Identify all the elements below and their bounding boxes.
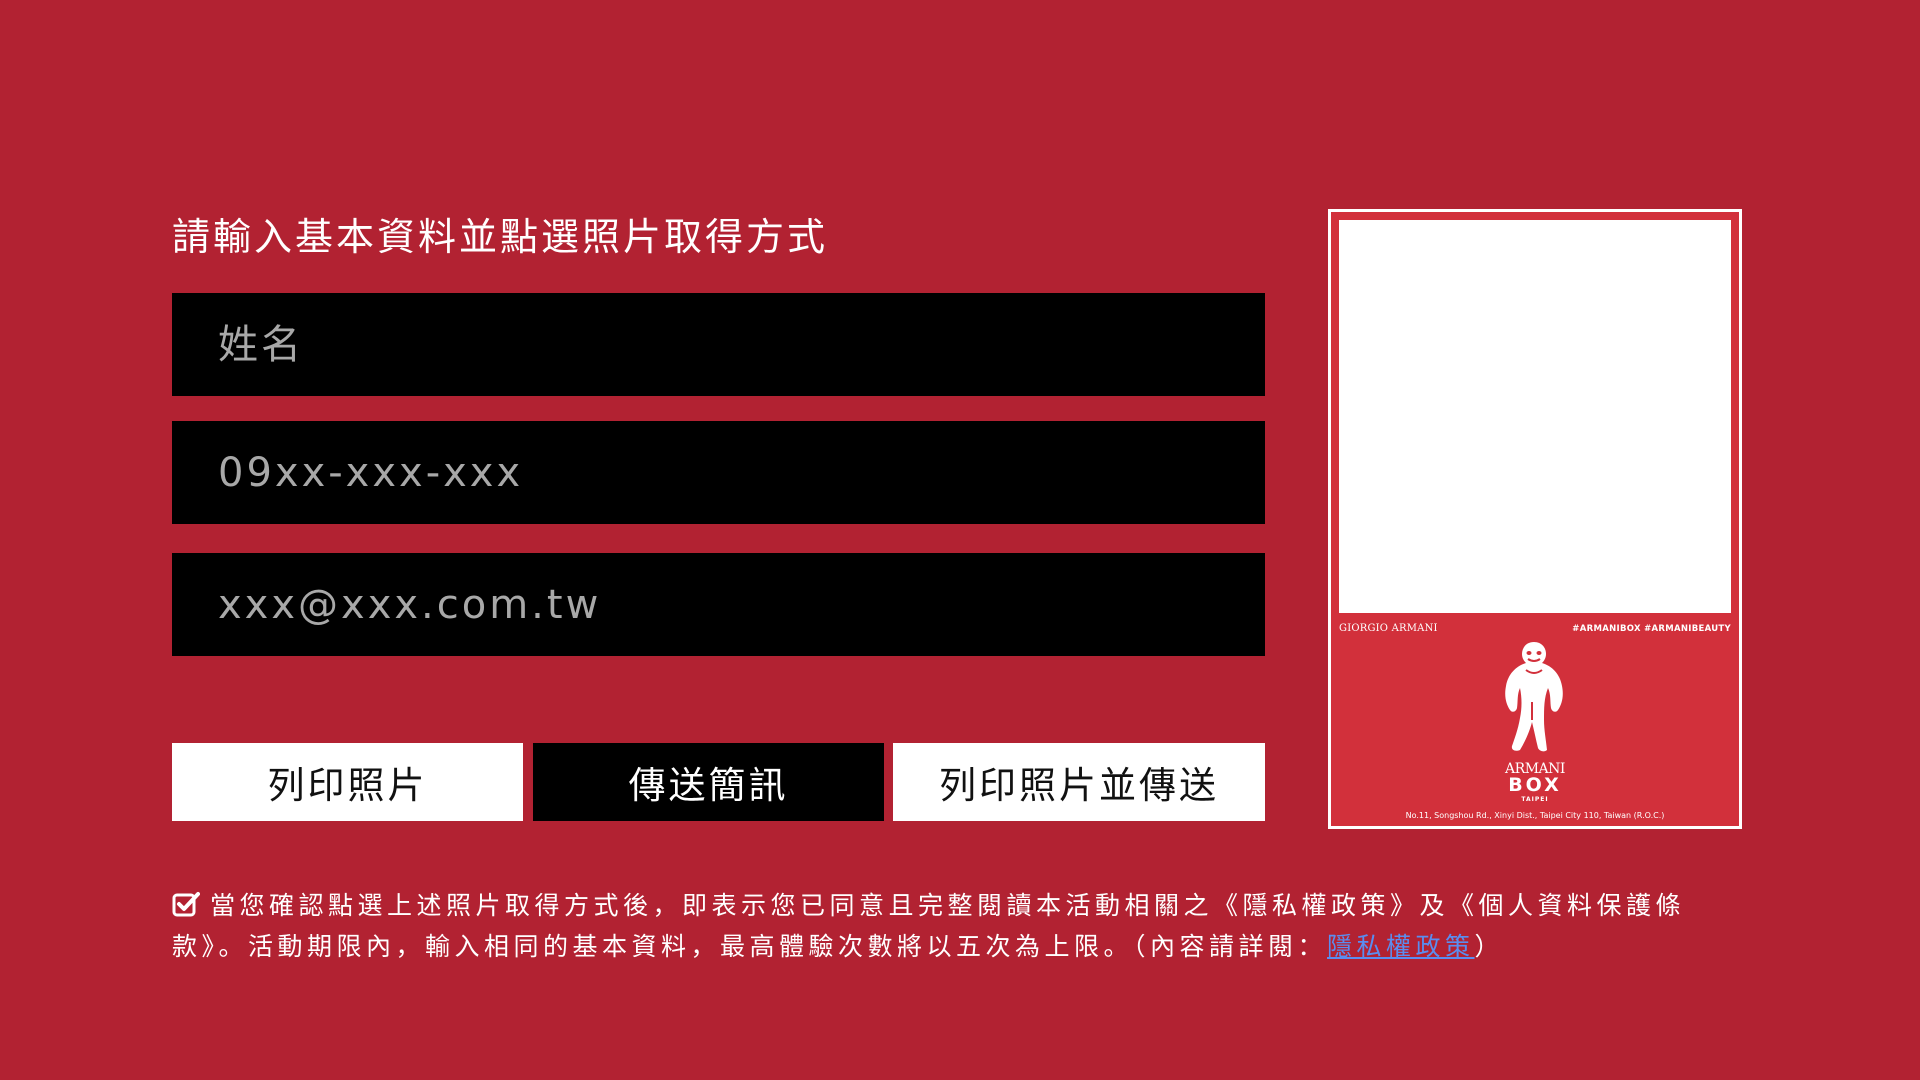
card-logo-box-text: BOX <box>1508 774 1562 796</box>
print-and-send-button[interactable]: 列印照片並傳送 <box>893 743 1265 821</box>
name-input[interactable] <box>172 293 1265 396</box>
phone-input[interactable] <box>172 421 1265 524</box>
email-input[interactable] <box>172 553 1265 656</box>
send-sms-button[interactable]: 傳送簡訊 <box>533 743 884 821</box>
card-brand-label: GIORGIO ARMANI <box>1339 623 1438 634</box>
gorilla-icon <box>1505 642 1563 752</box>
privacy-policy-link[interactable]: 隱私權政策 <box>1327 932 1475 961</box>
photo-preview-card: GIORGIO ARMANI #ARMANIBOX #ARMANIBEAUTY … <box>1328 209 1742 829</box>
form-title: 請輸入基本資料並點選照片取得方式 <box>172 215 829 259</box>
print-photo-button[interactable]: 列印照片 <box>172 743 523 821</box>
consent-closing: ） <box>1474 932 1505 961</box>
card-logo-city: TAIPEI <box>1521 796 1549 803</box>
photo-booth-form-page: 請輸入基本資料並點選照片取得方式 列印照片 傳送簡訊 列印照片並傳送 當您確認點… <box>0 0 1920 1080</box>
card-address: No.11, Songshou Rd., Xinyi Dist., Taipei… <box>1405 811 1665 820</box>
consent-checkbox[interactable] <box>172 890 200 918</box>
consent-notice: 當您確認點選上述照片取得方式後，即表示您已同意且完整閱讀本活動相關之《隱私權政策… <box>172 885 1752 967</box>
checkbox-checked-icon <box>172 892 200 917</box>
card-hashtags: #ARMANIBOX #ARMANIBEAUTY <box>1572 624 1731 634</box>
photo-placeholder <box>1339 220 1731 613</box>
